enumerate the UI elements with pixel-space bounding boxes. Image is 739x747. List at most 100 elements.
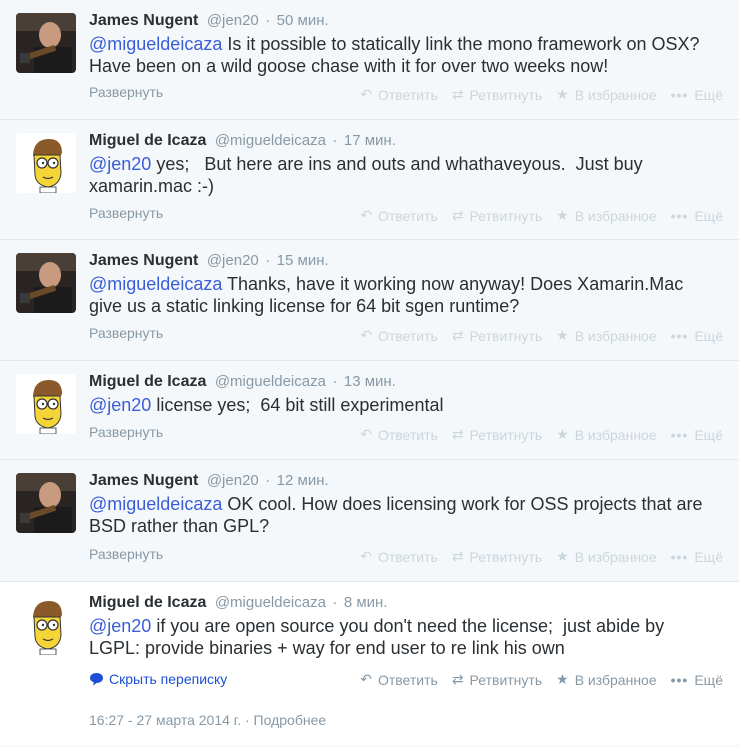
more-button[interactable]: ••• Ещё [671, 549, 723, 565]
star-icon: ★ [556, 548, 569, 564]
reply-button[interactable]: ↶ Ответить [360, 548, 438, 565]
more-button[interactable]: ••• Ещё [671, 208, 723, 224]
author-handle[interactable]: @migueldeicaza [215, 594, 326, 611]
avatar-james-nugent[interactable] [16, 473, 76, 533]
tweet-text: @jen20 license yes; 64 bit still experim… [89, 394, 719, 416]
conversation-thread: James Nugent @jen20 · 50 мин. @migueldei… [0, 0, 739, 747]
retweet-button[interactable]: ⇄ Ретвитнуть [452, 548, 542, 565]
author-handle[interactable]: @jen20 [207, 252, 259, 269]
mention-link[interactable]: @migueldeicaza [89, 494, 222, 514]
timestamp[interactable]: 50 мин. [277, 12, 329, 29]
more-dots-icon: ••• [670, 426, 689, 443]
retweet-button[interactable]: ⇄ Ретвитнуть [452, 86, 542, 103]
reply-button[interactable]: ↶ Ответить [360, 327, 438, 344]
timestamp[interactable]: 13 мин. [344, 373, 396, 390]
more-dots-icon: ••• [670, 207, 689, 224]
author-handle[interactable]: @jen20 [207, 472, 259, 489]
mention-link[interactable]: @migueldeicaza [89, 34, 222, 54]
more-dots-icon: ••• [670, 671, 689, 688]
retweet-icon: ⇄ [451, 426, 464, 442]
avatar-miguel-de-icaza[interactable] [16, 374, 76, 434]
tweet-body: if you are open source you don't need th… [89, 616, 670, 658]
star-icon: ★ [556, 207, 569, 223]
favorite-button[interactable]: ★ В избранное [556, 86, 657, 103]
mention-link[interactable]: @migueldeicaza [89, 274, 222, 294]
retweet-icon: ⇄ [451, 86, 464, 102]
star-icon: ★ [556, 671, 569, 687]
author-name[interactable]: James Nugent [89, 252, 198, 269]
tweet[interactable]: James Nugent @jen20 · 50 мин. @migueldei… [0, 0, 739, 120]
tweet-header: Miguel de Icaza @migueldeicaza · 13 мин. [89, 372, 396, 392]
timestamp[interactable]: 12 мин. [277, 472, 329, 489]
retweet-button[interactable]: ⇄ Ретвитнуть [452, 671, 542, 688]
tweet[interactable]: Miguel de Icaza @migueldeicaza · 13 мин.… [0, 361, 739, 460]
tweet-header: Miguel de Icaza @migueldeicaza · 17 мин. [89, 131, 396, 151]
author-name[interactable]: James Nugent [89, 472, 198, 489]
tweet-text: @jen20 yes; But here are ins and outs an… [89, 153, 719, 197]
reply-button[interactable]: ↶ Ответить [360, 426, 438, 443]
tweet[interactable]: James Nugent @jen20 · 12 мин. @migueldei… [0, 460, 739, 582]
more-dots-icon: ••• [670, 86, 689, 103]
more-dots-icon: ••• [670, 548, 689, 565]
separator: · [265, 252, 271, 269]
more-button[interactable]: ••• Ещё [671, 87, 723, 103]
favorite-button[interactable]: ★ В избранное [556, 671, 657, 688]
timestamp[interactable]: 15 мин. [277, 252, 329, 269]
timestamp[interactable]: 17 мин. [344, 132, 396, 149]
favorite-button[interactable]: ★ В избранное [556, 327, 657, 344]
favorite-button[interactable]: ★ В избранное [556, 426, 657, 443]
speech-bubble-icon [90, 673, 103, 686]
tweet-text: @jen20 if you are open source you don't … [89, 615, 719, 659]
author-handle[interactable]: @migueldeicaza [215, 132, 326, 149]
author-handle[interactable]: @jen20 [207, 12, 259, 29]
author-handle[interactable]: @migueldeicaza [215, 373, 326, 390]
expand-link[interactable]: Развернуть [89, 325, 163, 341]
favorite-button[interactable]: ★ В избранное [556, 548, 657, 565]
reply-button[interactable]: ↶ Ответить [360, 671, 438, 688]
tweet-body: yes; But here are ins and outs and whath… [89, 154, 648, 196]
tweet[interactable]: James Nugent @jen20 · 15 мин. @migueldei… [0, 240, 739, 361]
mention-link[interactable]: @jen20 [89, 616, 151, 636]
tweet-actions: ↶ Ответить ⇄ Ретвитнуть ★ В избранное ••• Ещ… [346, 86, 723, 103]
mention-link[interactable]: @jen20 [89, 154, 151, 174]
author-name[interactable]: Miguel de Icaza [89, 594, 206, 611]
details-link[interactable]: Подробнее [254, 712, 327, 728]
reply-button[interactable]: ↶ Ответить [360, 207, 438, 224]
tweet-header: James Nugent @jen20 · 12 мин. [89, 471, 329, 491]
tweet-expanded[interactable]: Miguel de Icaza @migueldeicaza · 8 мин. … [0, 582, 739, 745]
avatar-miguel-de-icaza[interactable] [16, 595, 76, 655]
retweet-button[interactable]: ⇄ Ретвитнуть [452, 327, 542, 344]
tweet-actions: ↶ Ответить ⇄ Ретвитнуть ★ В избранное ••• Ещ… [346, 207, 723, 224]
retweet-button[interactable]: ⇄ Ретвитнуть [452, 426, 542, 443]
more-button[interactable]: ••• Ещё [671, 672, 723, 688]
retweet-button[interactable]: ⇄ Ретвитнуть [452, 207, 542, 224]
favorite-button[interactable]: ★ В избранное [556, 207, 657, 224]
expand-link[interactable]: Развернуть [89, 424, 163, 440]
author-name[interactable]: Miguel de Icaza [89, 373, 206, 390]
separator: · [265, 472, 271, 489]
timestamp[interactable]: 8 мин. [344, 594, 388, 611]
reply-icon: ↶ [360, 671, 372, 687]
author-name[interactable]: Miguel de Icaza [89, 132, 206, 149]
retweet-icon: ⇄ [451, 327, 464, 343]
reply-icon: ↶ [360, 548, 372, 564]
tweet-datetime[interactable]: 16:27 - 27 марта 2014 г. [89, 712, 241, 728]
tweet-meta: 16:27 - 27 марта 2014 г. · Подробнее [89, 712, 326, 728]
expand-link[interactable]: Развернуть [89, 84, 163, 100]
tweet-header: Miguel de Icaza @migueldeicaza · 8 мин. [89, 593, 388, 613]
hide-conversation-link[interactable]: Скрыть переписку [89, 671, 227, 687]
avatar-james-nugent[interactable] [16, 13, 76, 73]
reply-button[interactable]: ↶ Ответить [360, 86, 438, 103]
more-button[interactable]: ••• Ещё [671, 328, 723, 344]
tweet-body: license yes; 64 bit still experimental [151, 395, 444, 415]
tweet-text: @migueldeicaza OK cool. How does licensi… [89, 493, 719, 537]
expand-link[interactable]: Развернуть [89, 205, 163, 221]
avatar-james-nugent[interactable] [16, 253, 76, 313]
avatar-miguel-de-icaza[interactable] [16, 133, 76, 193]
tweet-actions: ↶ Ответить ⇄ Ретвитнуть ★ В избранное ••• Ещ… [346, 671, 723, 688]
more-button[interactable]: ••• Ещё [671, 427, 723, 443]
tweet[interactable]: Miguel de Icaza @migueldeicaza · 17 мин.… [0, 120, 739, 240]
mention-link[interactable]: @jen20 [89, 395, 151, 415]
author-name[interactable]: James Nugent [89, 12, 198, 29]
expand-link[interactable]: Развернуть [89, 546, 163, 562]
